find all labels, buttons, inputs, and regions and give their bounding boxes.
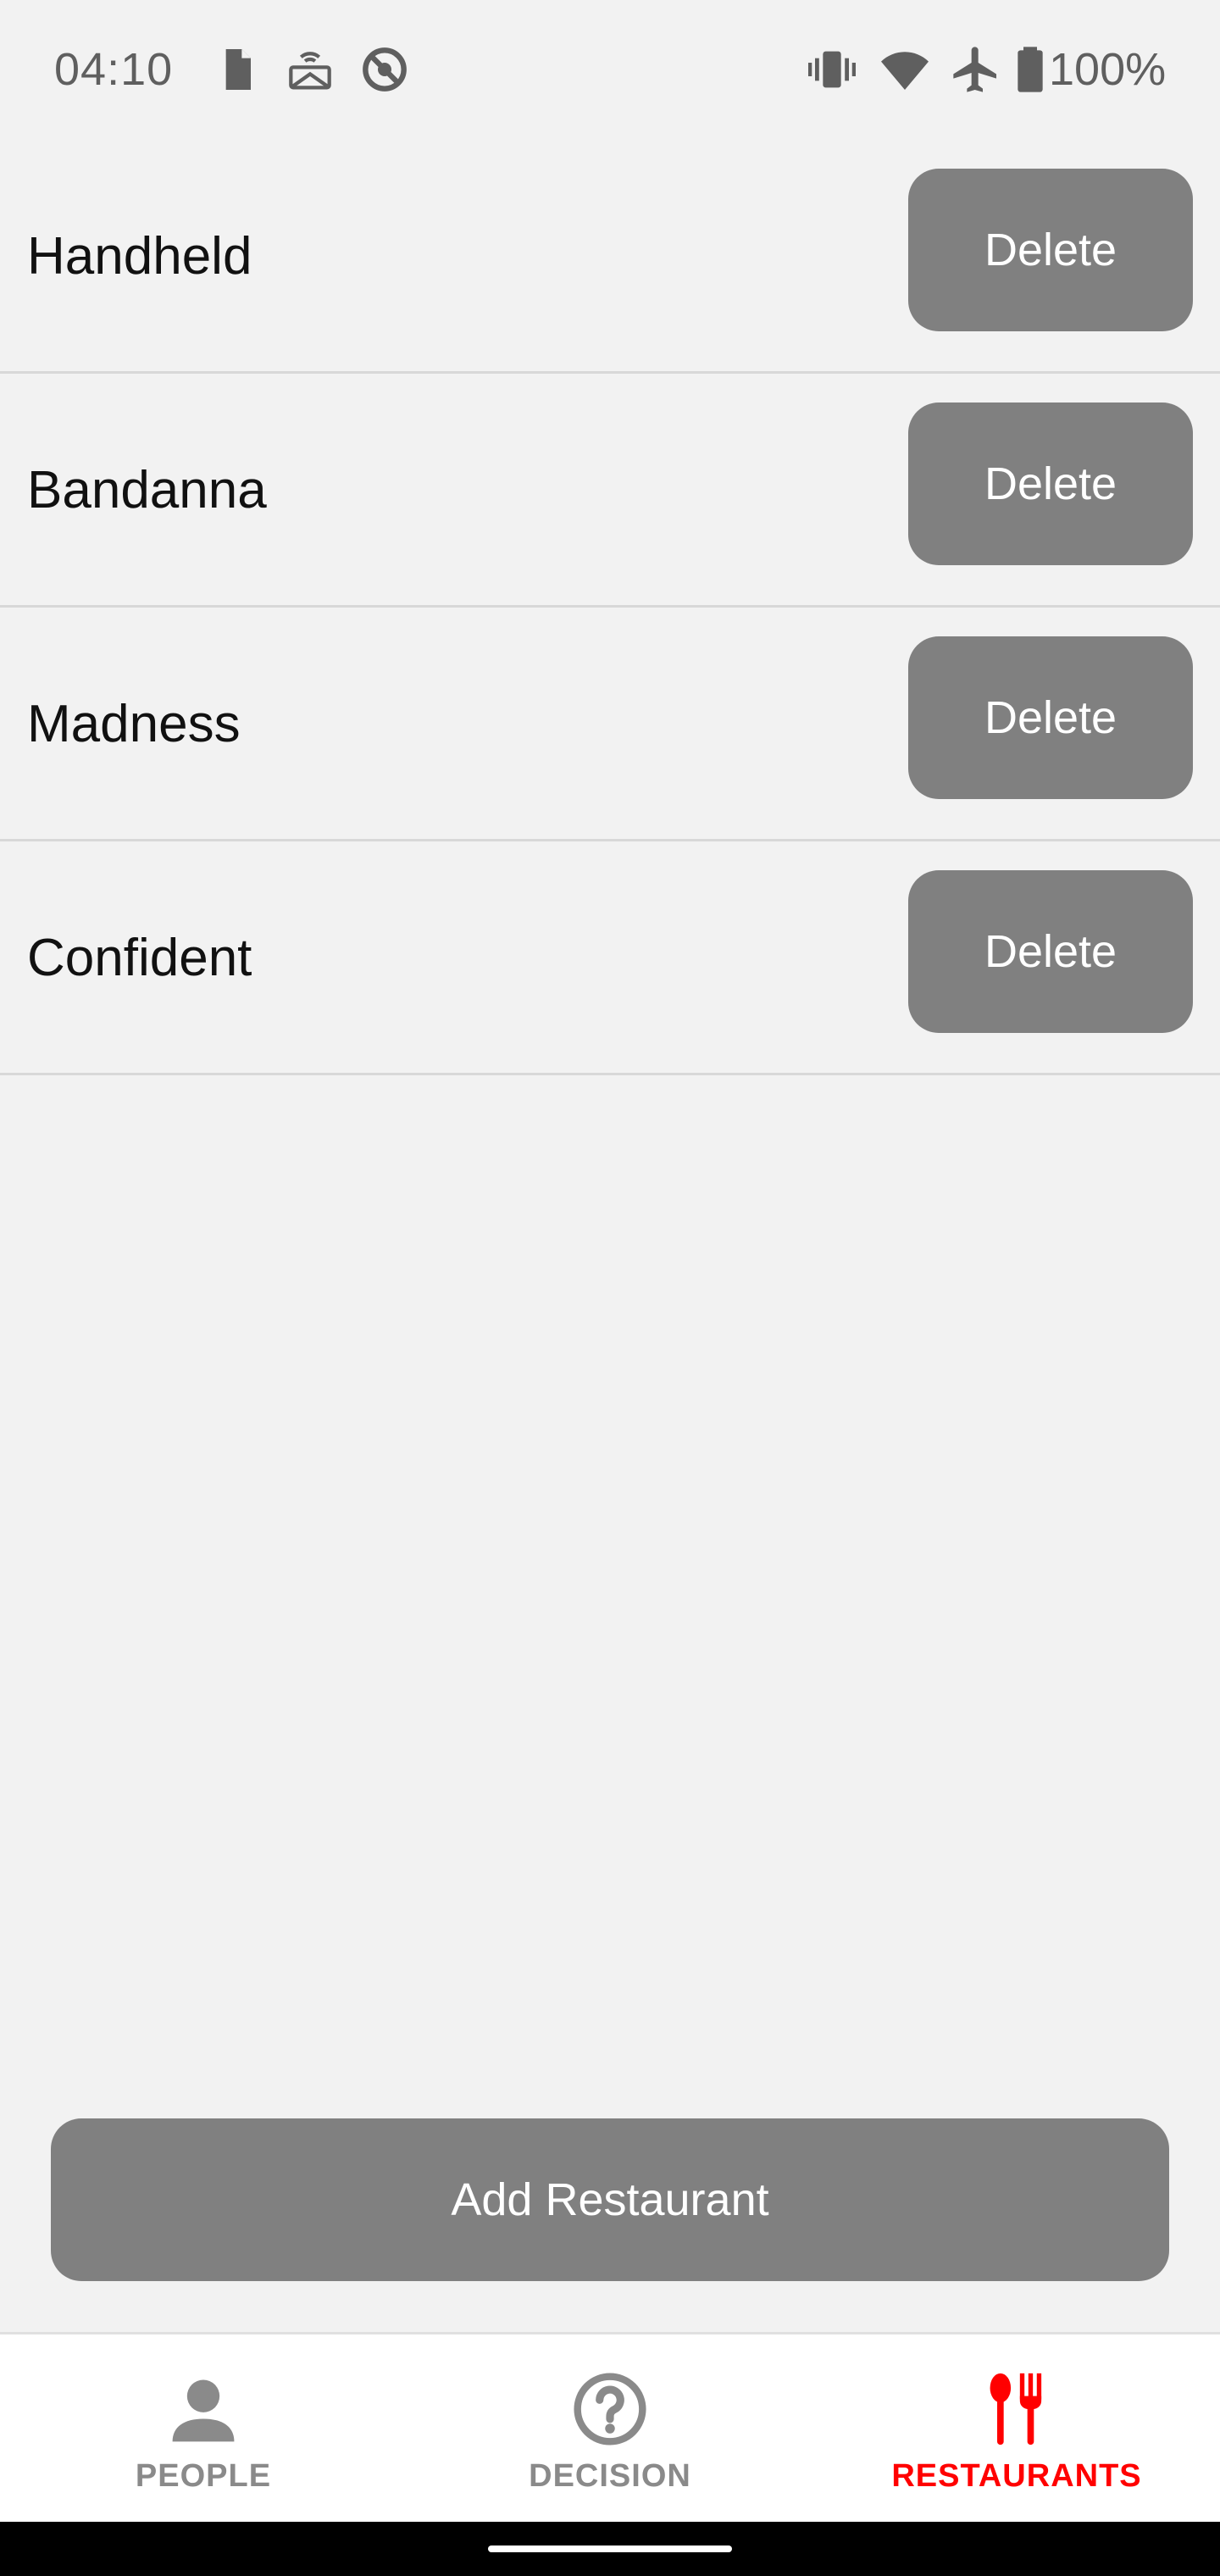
wifi-icon <box>878 42 932 97</box>
app-screen: 04:10 100% Handheld Delete Bandanna Dele… <box>0 0 1220 2576</box>
tab-decision[interactable]: DECISION <box>407 2334 813 2522</box>
delete-button[interactable]: Delete <box>908 169 1193 331</box>
cast-screen-icon <box>283 42 337 97</box>
add-restaurant-button[interactable]: Add Restaurant <box>51 2118 1169 2281</box>
list-item: Bandanna Delete <box>0 374 1220 608</box>
list-item: Handheld Delete <box>0 140 1220 374</box>
tab-label: DECISION <box>529 2458 691 2494</box>
restaurant-name: Confident <box>27 928 252 987</box>
airplane-icon <box>949 42 1003 97</box>
restaurant-name: Madness <box>27 694 241 753</box>
bottom-navigation: PEOPLE DECISION RESTAURANTS <box>0 2332 1220 2522</box>
list-item: Madness Delete <box>0 608 1220 841</box>
person-icon <box>164 2370 242 2448</box>
delete-button[interactable]: Delete <box>908 870 1193 1033</box>
list-item: Confident Delete <box>0 841 1220 1075</box>
tab-label: PEOPLE <box>135 2458 272 2494</box>
tab-label: RESTAURANTS <box>891 2458 1142 2494</box>
vibrate-icon <box>805 42 859 97</box>
delete-button[interactable]: Delete <box>908 636 1193 799</box>
battery-percent: 100% <box>1049 44 1167 95</box>
tab-people[interactable]: PEOPLE <box>0 2334 407 2522</box>
question-icon <box>571 2370 649 2448</box>
home-gesture-handle[interactable] <box>488 2545 732 2552</box>
system-navigation-bar <box>0 2522 1220 2576</box>
status-bar: 04:10 100% <box>0 0 1220 140</box>
restaurant-name: Handheld <box>27 226 252 286</box>
restaurant-name: Bandanna <box>27 460 267 519</box>
sim-card-icon <box>210 42 264 97</box>
delete-button[interactable]: Delete <box>908 402 1193 565</box>
tab-restaurants[interactable]: RESTAURANTS <box>813 2334 1220 2522</box>
restaurant-list: Handheld Delete Bandanna Delete Madness … <box>0 140 1220 1075</box>
fork-spoon-icon <box>978 2370 1056 2448</box>
status-time: 04:10 <box>54 44 174 95</box>
sync-off-icon <box>358 42 412 97</box>
